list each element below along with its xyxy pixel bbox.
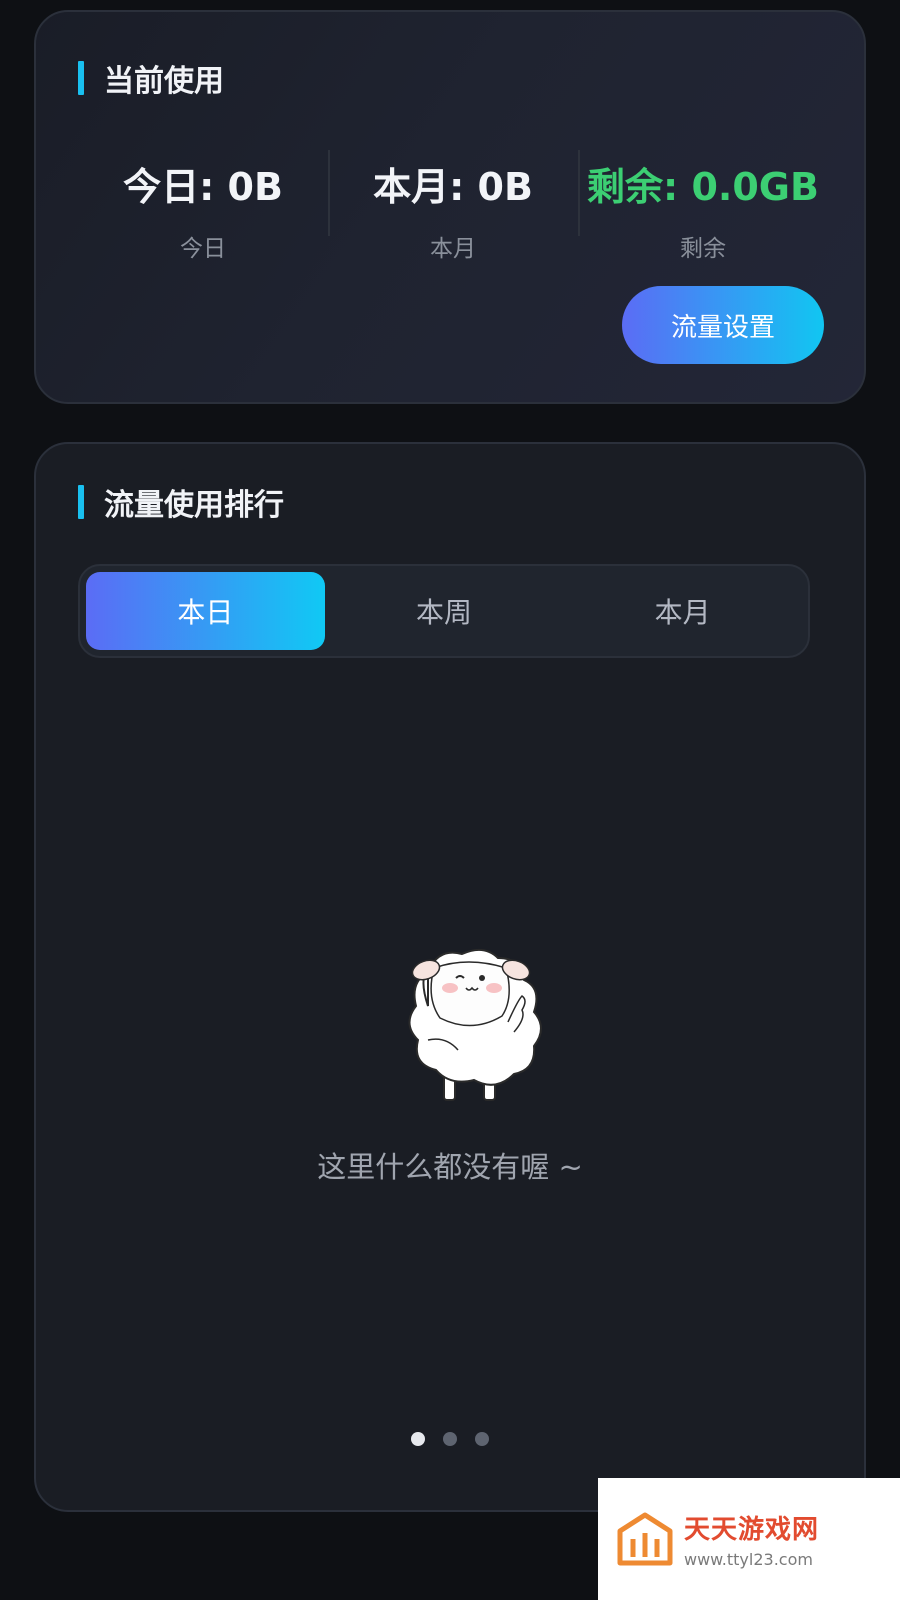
tab-week[interactable]: 本周 bbox=[325, 572, 564, 650]
stat-today-value: 今日: 0B bbox=[123, 165, 283, 209]
pagination-dot-1[interactable] bbox=[411, 1432, 425, 1446]
stat-month: 本月: 0B 本月 bbox=[328, 142, 578, 262]
site-watermark: 天天游戏网 www.ttyl23.com bbox=[598, 1478, 900, 1600]
current-usage-card: 当前使用 今日: 0B 今日 本月: 0B 本月 剩余: 0.0GB 剩余 流量… bbox=[34, 10, 866, 404]
tab-month[interactable]: 本月 bbox=[563, 572, 802, 650]
stat-month-label: 本月 bbox=[430, 236, 476, 262]
usage-ranking-card: 流量使用排行 本日 本周 本月 这里什么都没有喔 ~ bbox=[34, 442, 866, 1512]
stat-today-label: 今日 bbox=[180, 236, 226, 262]
pagination-dot-3[interactable] bbox=[475, 1432, 489, 1446]
period-tabs: 本日 本周 本月 bbox=[78, 564, 810, 658]
traffic-settings-button[interactable]: 流量设置 bbox=[622, 286, 824, 364]
watermark-url: www.ttyl23.com bbox=[684, 1550, 813, 1569]
stat-remaining-value: 剩余: 0.0GB bbox=[587, 165, 819, 209]
watermark-name: 天天游戏网 bbox=[684, 1515, 820, 1545]
usage-ranking-title-text: 流量使用排行 bbox=[104, 488, 284, 523]
stat-month-value: 本月: 0B bbox=[373, 165, 533, 209]
usage-ranking-title: 流量使用排行 bbox=[78, 480, 284, 524]
stat-today: 今日: 0B 今日 bbox=[78, 142, 328, 262]
empty-state-text: 这里什么都没有喔 ~ bbox=[317, 1150, 583, 1184]
title-accent-bar bbox=[78, 61, 84, 95]
sheep-illustration bbox=[408, 948, 542, 1101]
usage-stats: 今日: 0B 今日 本月: 0B 本月 剩余: 0.0GB 剩余 bbox=[78, 142, 828, 262]
current-usage-title: 当前使用 bbox=[78, 56, 224, 100]
pagination-dot-2[interactable] bbox=[443, 1432, 457, 1446]
house-logo-icon bbox=[617, 1512, 673, 1566]
current-usage-title-text: 当前使用 bbox=[104, 64, 224, 99]
title-accent-bar bbox=[78, 485, 84, 519]
pagination-dots bbox=[36, 1432, 864, 1446]
stat-remaining: 剩余: 0.0GB 剩余 bbox=[578, 142, 828, 262]
tab-today[interactable]: 本日 bbox=[86, 572, 325, 650]
stat-remaining-label: 剩余 bbox=[680, 236, 726, 262]
